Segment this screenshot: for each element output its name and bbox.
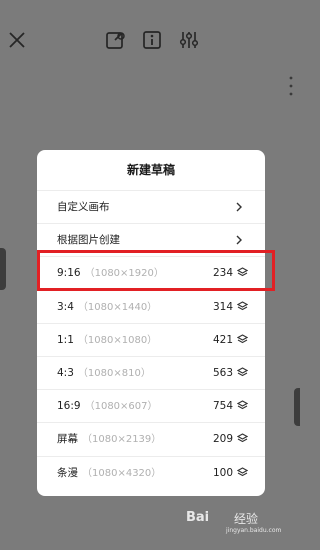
close-icon[interactable] xyxy=(4,27,30,53)
preset-ratio-text: 4:3 xyxy=(57,366,74,379)
layers-icon xyxy=(237,400,248,410)
layers-icon xyxy=(237,334,248,343)
layers-icon xyxy=(237,433,248,443)
more-dots-icon[interactable] xyxy=(288,74,294,98)
preset-size: （1080×2139） xyxy=(82,434,162,446)
info-icon[interactable] xyxy=(139,27,165,53)
sliders-icon[interactable] xyxy=(176,27,202,53)
preset-list: 9:16 （1080×1920） 234 3:4 （1080×1440） 314 1:1 （1… xyxy=(37,256,265,488)
preset-count: 754 xyxy=(212,400,233,413)
draft-edit-icon[interactable] xyxy=(102,27,128,53)
watermark: Bai 经验 jingyan.baidu.com xyxy=(186,510,296,536)
preset-ratio: 屏幕 （1080×2139） xyxy=(57,423,161,456)
preset-ratio: 1:1 （1080×1080） xyxy=(57,324,157,357)
option-custom-canvas[interactable]: 自定义画布 xyxy=(37,190,265,223)
preset-row[interactable]: 3:4 （1080×1440） 314 xyxy=(37,289,265,324)
chevron-right-icon xyxy=(236,202,242,212)
preset-size: （1080×1080） xyxy=(77,334,158,346)
preset-ratio-text: 屏幕 xyxy=(57,433,78,446)
preset-count: 314 xyxy=(212,300,233,313)
layers-icon xyxy=(237,300,248,310)
preset-row[interactable]: 4:3 （1080×810） 563 xyxy=(37,355,265,390)
preset-size: （1080×1440） xyxy=(77,301,158,313)
preset-ratio: 4:3 （1080×810） xyxy=(57,357,151,390)
preset-count: 100 xyxy=(212,466,233,479)
left-edge-handle[interactable] xyxy=(0,248,6,290)
watermark-url: jingyan.baidu.com xyxy=(226,527,282,534)
preset-count: 209 xyxy=(212,433,233,446)
preset-ratio-text: 3:4 xyxy=(57,300,74,313)
preset-count: 421 xyxy=(212,333,233,346)
layers-icon xyxy=(237,466,248,476)
preset-row[interactable]: 屏幕 （1080×2139） 209 xyxy=(37,422,265,455)
preset-ratio: 16:9 （1080×607） xyxy=(57,390,158,423)
preset-ratio: 3:4 （1080×1440） xyxy=(57,291,157,324)
preset-count: 563 xyxy=(212,366,233,379)
preset-ratio-text: 条漫 xyxy=(57,466,78,479)
layers-icon xyxy=(237,367,248,377)
preset-size: （1080×4320） xyxy=(82,467,162,479)
new-draft-dialog: 新建草稿 自定义画布 根据图片创建 9:16 （1080×1920） 234 3:4 （… xyxy=(37,150,265,496)
preset-ratio-text: 1:1 xyxy=(57,333,74,346)
preset-size: （1080×810） xyxy=(77,367,151,379)
top-toolbar xyxy=(0,0,300,80)
right-edge-handle[interactable] xyxy=(294,388,300,426)
preset-size: （1080×607） xyxy=(84,401,158,413)
watermark-brand: 经验 xyxy=(234,512,259,526)
preset-row[interactable]: 条漫 （1080×4320） 100 xyxy=(37,455,265,490)
option-label: 自定义画布 xyxy=(57,201,110,213)
preset-row[interactable]: 1:1 （1080×1080） 421 xyxy=(37,322,265,357)
chevron-right-icon xyxy=(236,235,242,245)
watermark-logo: Bai xyxy=(186,510,210,525)
dialog-title: 新建草稿 xyxy=(126,163,175,177)
preset-ratio: 条漫 （1080×4320） xyxy=(57,457,161,490)
preset-row[interactable]: 16:9 （1080×607） 754 xyxy=(37,389,265,422)
preset-ratio-text: 16:9 xyxy=(57,400,81,413)
highlight-box xyxy=(37,250,275,291)
